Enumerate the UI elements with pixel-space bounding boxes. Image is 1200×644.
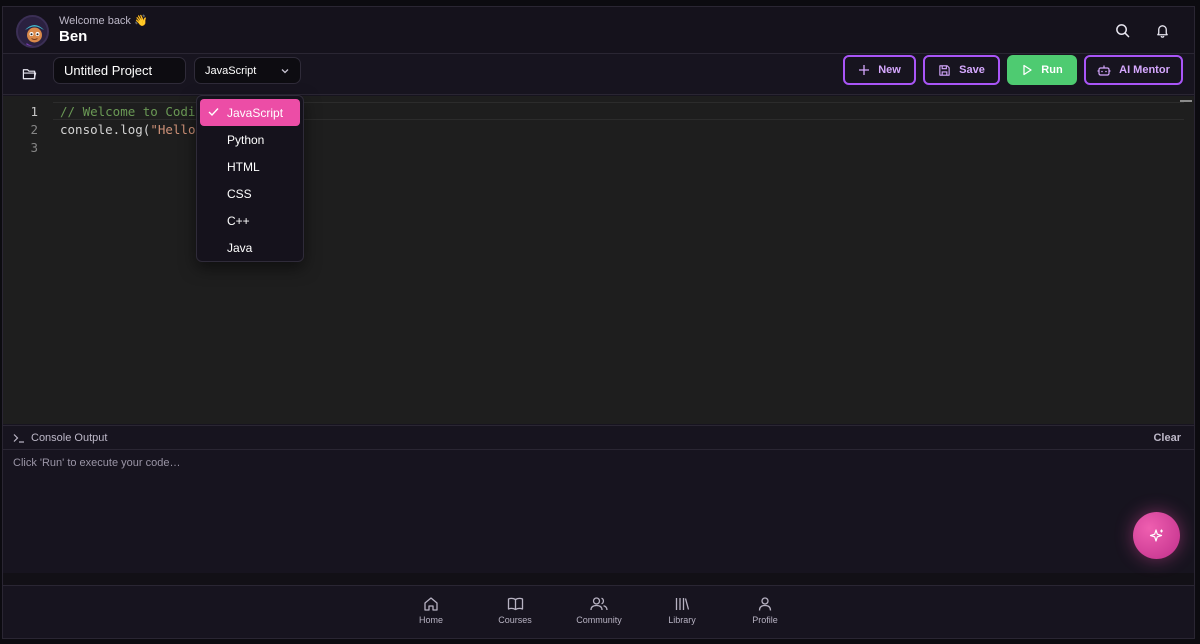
app-window: Welcome back 👋 Ben JavaScript New Save R (2, 6, 1195, 639)
language-select-value: JavaScript (205, 64, 257, 77)
folder-icon[interactable] (19, 64, 39, 84)
welcome-text: Welcome back 👋 (59, 15, 148, 27)
nav-item-profile[interactable]: Profile (730, 596, 800, 625)
sparkles-icon (1149, 528, 1163, 542)
language-option-java[interactable]: Java (200, 234, 300, 261)
book-icon (507, 597, 523, 611)
user-icon (758, 597, 772, 611)
code-line: console.log("Hello, (60, 121, 203, 139)
toolbar: JavaScript New Save Run AI Mentor (3, 54, 1194, 95)
language-option-python[interactable]: Python (200, 126, 300, 153)
chevron-down-icon (281, 68, 289, 73)
save-icon (939, 64, 950, 76)
plus-icon (859, 65, 870, 75)
users-icon (590, 597, 608, 611)
ai-mentor-button[interactable]: AI Mentor (1084, 55, 1183, 85)
line-number: 1 (30, 104, 38, 119)
code-call: console.log( (60, 122, 151, 137)
language-option-label: C++ (227, 213, 250, 228)
ai-sparkle-button[interactable] (1133, 512, 1180, 559)
ai-mentor-button-label: AI Mentor (1119, 64, 1170, 76)
code-line: // Welcome to Codin (60, 103, 203, 121)
nav-label: Library (668, 615, 696, 625)
console-output: Click 'Run' to execute your code… (3, 451, 1194, 573)
nav-item-home[interactable]: Home (396, 596, 466, 625)
project-name-input[interactable] (53, 57, 186, 84)
language-option-javascript[interactable]: JavaScript (200, 99, 300, 126)
language-option-label: JavaScript (227, 105, 284, 120)
home-icon (424, 597, 438, 611)
search-icon[interactable] (1113, 21, 1131, 39)
nav-label: Courses (498, 615, 532, 625)
console-placeholder: Click 'Run' to execute your code… (13, 457, 181, 469)
editor-scrollbar[interactable] (1180, 100, 1192, 102)
bell-icon[interactable] (1153, 21, 1171, 39)
console-header: Console Output Clear (3, 425, 1194, 450)
play-icon (1023, 64, 1032, 76)
nav-item-library[interactable]: Library (647, 596, 717, 625)
check-icon (208, 108, 219, 117)
avatar[interactable] (16, 15, 49, 48)
code-editor[interactable]: 1 2 3 // Welcome to Codin console.log("H… (3, 96, 1194, 424)
library-icon (675, 598, 690, 610)
language-option-label: Python (227, 132, 265, 147)
line-number-gutter: 1 2 3 (3, 103, 43, 157)
nav-item-courses[interactable]: Courses (480, 596, 550, 625)
console-title: Console Output (31, 432, 108, 444)
language-option-css[interactable]: CSS (200, 180, 300, 207)
header: Welcome back 👋 Ben (3, 7, 1194, 54)
run-button[interactable]: Run (1007, 55, 1077, 85)
save-button[interactable]: Save (923, 55, 1000, 85)
language-option-label: CSS (227, 186, 252, 201)
nav-label: Community (576, 615, 622, 625)
line-number: 3 (30, 140, 38, 155)
terminal-icon (13, 434, 24, 443)
language-option-label: HTML (227, 159, 260, 174)
nav-label: Home (418, 615, 443, 625)
nav-item-community[interactable]: Community (564, 596, 634, 625)
console-divider (3, 573, 1194, 585)
run-button-label: Run (1041, 64, 1063, 76)
username: Ben (59, 28, 88, 45)
code-comment: // Welcome to Codin (60, 104, 203, 119)
bot-icon (1097, 65, 1111, 76)
save-button-label: Save (959, 64, 985, 76)
new-button-label: New (878, 64, 901, 76)
clear-button[interactable]: Clear (1153, 432, 1181, 444)
language-option-label: Java (227, 240, 253, 255)
new-button[interactable]: New (843, 55, 916, 85)
bottom-nav: Home Courses Community Library Profile (3, 585, 1194, 638)
language-option-html[interactable]: HTML (200, 153, 300, 180)
code-lines[interactable]: // Welcome to Codin console.log("Hello, (60, 103, 203, 157)
avatar-character-icon (18, 17, 47, 46)
language-dropdown: JavaScript Python HTML CSS C++ Java (196, 95, 304, 262)
nav-label: Profile (752, 615, 778, 625)
line-number: 2 (30, 122, 38, 137)
language-option-cpp[interactable]: C++ (200, 207, 300, 234)
language-select[interactable]: JavaScript (194, 57, 301, 84)
